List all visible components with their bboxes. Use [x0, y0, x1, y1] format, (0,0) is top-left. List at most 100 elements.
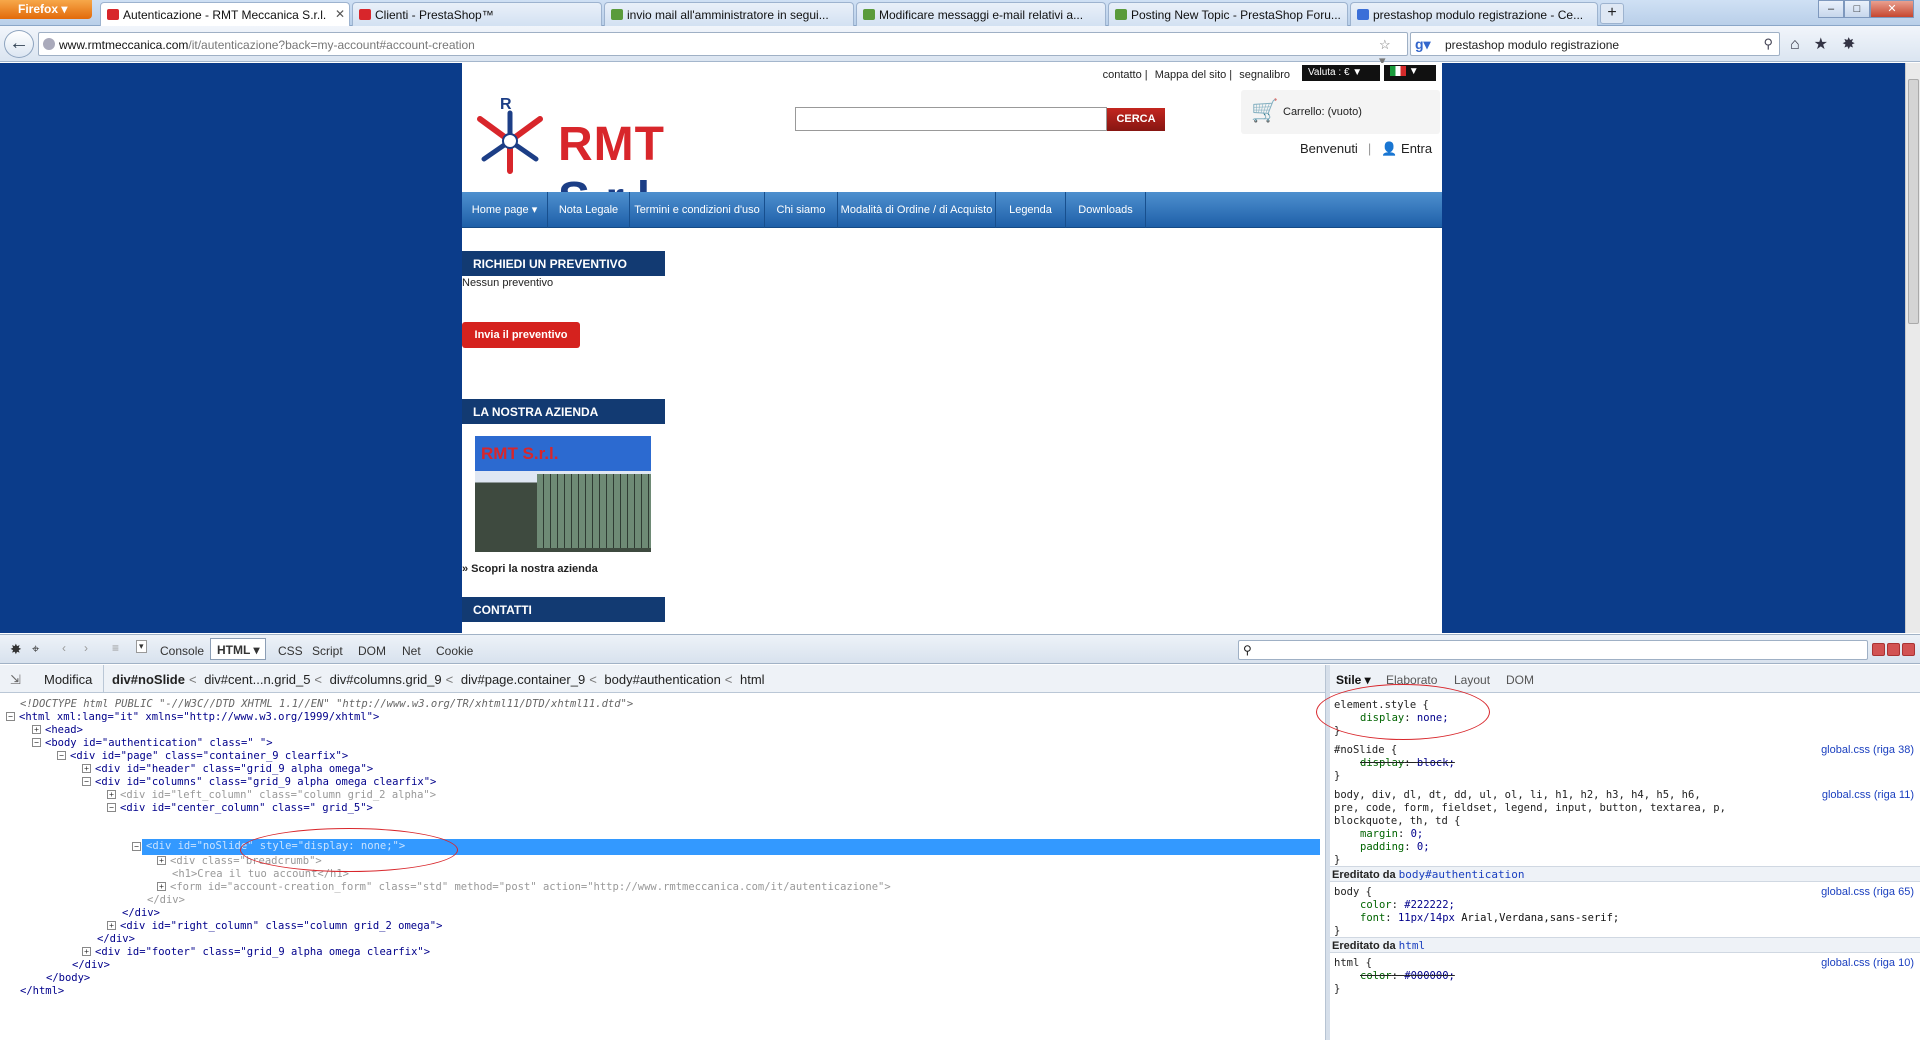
menu-item-termini[interactable]: Termini e condizioni d'uso: [630, 192, 765, 228]
minimize-button[interactable]: –: [1818, 0, 1844, 18]
collapse-icon[interactable]: −: [82, 777, 91, 786]
source-link[interactable]: global.css (riga 38): [1821, 744, 1914, 756]
tab-layout[interactable]: Layout: [1454, 673, 1490, 687]
collapse-icon[interactable]: −: [107, 803, 116, 812]
expand-icon[interactable]: +: [107, 790, 116, 799]
expand-icon[interactable]: ⇲: [10, 672, 21, 688]
tab-dom[interactable]: DOM: [358, 644, 386, 658]
crumb-body[interactable]: body#authentication: [604, 672, 720, 687]
firebug-search-input[interactable]: ⚲: [1238, 640, 1868, 660]
expand-icon[interactable]: +: [32, 725, 41, 734]
crumb-page[interactable]: div#page.container_9: [461, 672, 585, 687]
minimize-panel-icon[interactable]: [1872, 643, 1885, 656]
expand-icon[interactable]: +: [82, 947, 91, 956]
source-link[interactable]: global.css (riga 11): [1822, 789, 1914, 801]
decl-display-block[interactable]: display: block;: [1360, 756, 1455, 771]
close-window-button[interactable]: ✕: [1870, 0, 1914, 18]
decl-font[interactable]: font: 11px/14px Arial,Verdana,sans-serif…: [1360, 911, 1619, 926]
collapse-icon[interactable]: −: [6, 712, 15, 721]
menu-item-nota-legale[interactable]: Nota Legale: [548, 192, 630, 228]
page-scrollbar[interactable]: [1905, 63, 1920, 633]
language-selector[interactable]: ▼: [1384, 65, 1436, 81]
search-icon[interactable]: ⚲: [1763, 36, 1773, 52]
inspect-icon[interactable]: ⌖: [32, 641, 39, 657]
tab-stile[interactable]: Stile ▾: [1336, 673, 1371, 687]
menu-item-modalita[interactable]: Modalità di Ordine / di Acquisto: [838, 192, 996, 228]
expand-icon[interactable]: +: [157, 856, 166, 865]
scrollbar-thumb[interactable]: [1908, 79, 1919, 324]
company-link[interactable]: » Scopri la nostra azienda: [462, 563, 598, 575]
tree-node-right-column[interactable]: + <div id="right_column" class="column gr…: [107, 919, 442, 934]
menu-item-home[interactable]: Home page ▾: [462, 192, 548, 228]
site-identity-icon[interactable]: [43, 38, 55, 50]
company-image[interactable]: RMT S.r.l.: [475, 436, 651, 552]
menu-item-chi-siamo[interactable]: Chi siamo: [765, 192, 838, 228]
browser-tab[interactable]: invio mail all'amministratore in segui..…: [604, 2, 854, 26]
menu-item-legenda[interactable]: Legenda: [996, 192, 1066, 228]
collapse-icon[interactable]: −: [32, 738, 41, 747]
tree-node-form[interactable]: + <form id="account-creation_form" class=…: [157, 880, 891, 895]
crumb-center-column[interactable]: div#cent...n.grid_5: [204, 672, 310, 687]
menu-item-downloads[interactable]: Downloads: [1066, 192, 1146, 228]
cerca-button[interactable]: CERCA: [1107, 108, 1165, 131]
expand-icon[interactable]: +: [82, 764, 91, 773]
tab-css[interactable]: CSS: [278, 644, 303, 658]
inherited-html-link[interactable]: html: [1399, 939, 1426, 952]
decl-html-color[interactable]: color: #000000;: [1360, 969, 1455, 984]
site-search-input[interactable]: [795, 107, 1107, 131]
new-tab-button[interactable]: +: [1600, 3, 1624, 24]
inherited-body-link[interactable]: body#authentication: [1399, 868, 1525, 881]
source-link[interactable]: global.css (riga 65): [1821, 886, 1914, 898]
list-icon[interactable]: ≡: [112, 641, 119, 655]
tree-node-footer[interactable]: + <div id="footer" class="grid_9 alpha om…: [82, 945, 430, 960]
firefox-menu-button[interactable]: Firefox ▾: [0, 0, 92, 19]
close-tab-icon[interactable]: ✕: [335, 7, 345, 21]
browser-tab-active[interactable]: Autenticazione - RMT Meccanica S.r.l. ✕: [100, 2, 350, 27]
collapse-icon[interactable]: −: [57, 751, 66, 760]
cart-block[interactable]: 🛒 Carrello: (vuoto): [1241, 90, 1440, 134]
html-breadcrumb: Modifica ⇲ div#noSlide < div#cent...n.gri…: [0, 665, 1325, 693]
tab-cookie[interactable]: Cookie: [436, 644, 473, 658]
source-link[interactable]: global.css (riga 10): [1821, 957, 1914, 969]
maximize-button[interactable]: □: [1844, 0, 1870, 18]
url-bar[interactable]: www.rmtmeccanica.com/it/autenticazione?b…: [38, 32, 1408, 84]
back-icon[interactable]: ‹: [62, 641, 66, 655]
detach-panel-icon[interactable]: [1887, 643, 1900, 656]
expand-icon[interactable]: +: [157, 882, 166, 891]
bookmarks-icon[interactable]: ★: [1814, 36, 1842, 53]
contacts-block-title: CONTATTI: [462, 597, 665, 622]
collapse-icon[interactable]: −: [132, 842, 141, 851]
login-link[interactable]: Entra: [1401, 141, 1432, 156]
site-logo[interactable]: R RMT S.r.l.: [470, 95, 760, 226]
back-arrow-icon[interactable]: ←: [4, 30, 34, 58]
firebug-icon[interactable]: ✸: [1842, 36, 1869, 53]
forward-icon[interactable]: ›: [84, 641, 88, 655]
tree-node-center-column[interactable]: − <div id="center_column" class=" grid_5"…: [107, 801, 373, 816]
firebug-icon[interactable]: ✸: [10, 641, 22, 658]
browser-tab[interactable]: Clienti - PrestaShop™: [352, 2, 602, 26]
google-engine-icon[interactable]: g▾: [1415, 36, 1431, 52]
currency-selector[interactable]: Valuta : € ▼: [1302, 65, 1380, 81]
link-mappa-sito[interactable]: Mappa del sito: [1155, 69, 1227, 81]
close-panel-icon[interactable]: [1902, 643, 1915, 656]
search-bar[interactable]: g▾ prestashop modulo registrazione ⚲: [1410, 32, 1780, 56]
tab-html[interactable]: HTML ▾: [210, 638, 267, 660]
browser-tab[interactable]: prestashop modulo registrazione - Ce...: [1350, 2, 1598, 26]
browser-tab[interactable]: Modificare messaggi e-mail relativi a...: [856, 2, 1106, 26]
tab-console[interactable]: Console: [160, 644, 204, 658]
link-segnalibro[interactable]: segnalibro: [1239, 69, 1290, 81]
send-quote-button[interactable]: Invia il preventivo: [462, 322, 580, 348]
crumb-noslide[interactable]: div#noSlide: [112, 672, 185, 687]
home-icon[interactable]: ⌂: [1790, 36, 1814, 53]
link-contatto[interactable]: contatto: [1103, 69, 1142, 81]
decl-padding[interactable]: padding: 0;: [1360, 840, 1430, 855]
expand-icon[interactable]: +: [107, 921, 116, 930]
panel-dropdown[interactable]: ▾: [136, 640, 147, 653]
browser-tab[interactable]: Posting New Topic - PrestaShop Foru...: [1108, 2, 1348, 26]
tab-dom-side[interactable]: DOM: [1506, 673, 1534, 687]
tab-script[interactable]: Script: [312, 644, 343, 658]
search-icon: ⚲: [1243, 643, 1252, 657]
crumb-columns[interactable]: div#columns.grid_9: [330, 672, 442, 687]
crumb-html[interactable]: html: [740, 672, 765, 687]
tab-net[interactable]: Net: [402, 644, 421, 658]
